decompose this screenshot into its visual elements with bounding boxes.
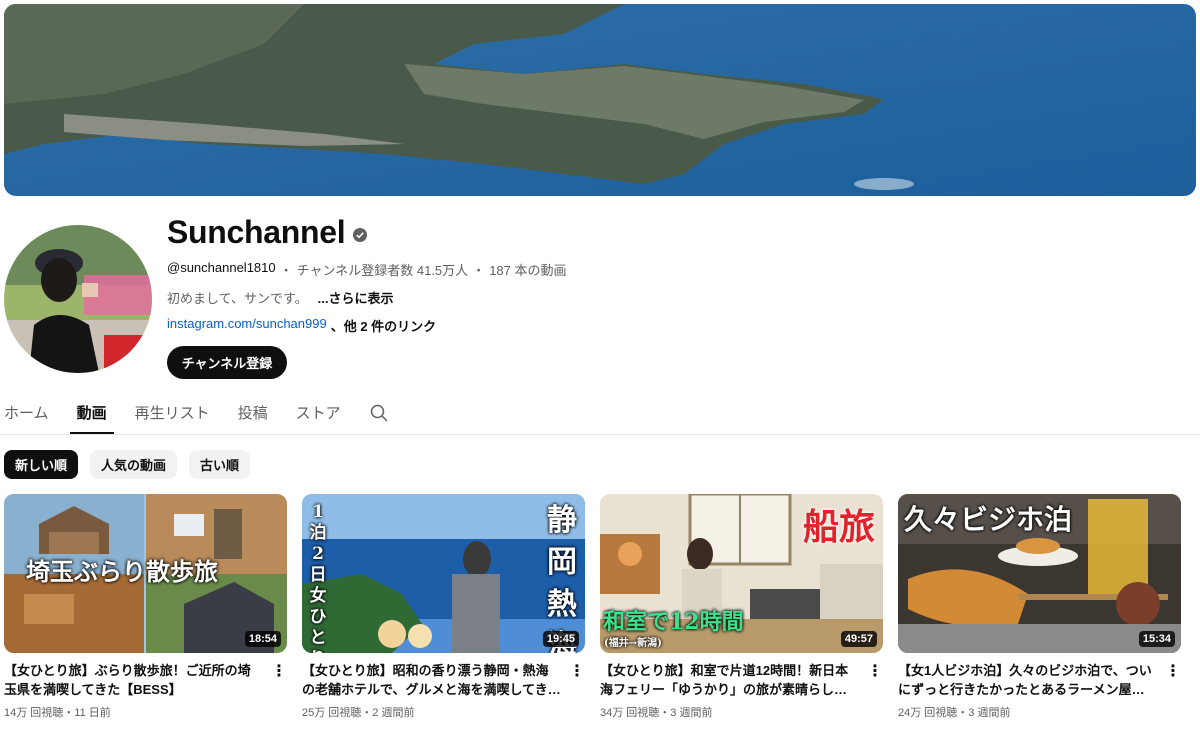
channel-links: instagram.com/sunchan999 、他 2 件のリンク bbox=[167, 316, 436, 335]
video-stats: 14万 回視聴・11 日前 bbox=[4, 707, 111, 719]
instagram-link[interactable]: instagram.com/sunchan999 bbox=[167, 316, 327, 335]
video-duration: 49:57 bbox=[840, 631, 877, 647]
more-vert-icon[interactable]: ⋮ bbox=[271, 661, 287, 681]
show-more-link[interactable]: ...さらに表示 bbox=[318, 288, 394, 307]
video-title[interactable]: 【女1人ビジホ泊】久々のビジホ泊で、ついにずっと行きたかったとあるラーメン屋デ… bbox=[898, 661, 1157, 699]
thumbnail-overlay-text: 船旅 bbox=[802, 506, 875, 548]
more-vert-icon[interactable]: ⋮ bbox=[867, 661, 883, 681]
meta-separator: ・ bbox=[279, 263, 293, 278]
chip-oldest[interactable]: 古い順 bbox=[189, 450, 251, 479]
video-stats: 25万 回視聴・2 週間前 bbox=[302, 707, 415, 719]
video-title[interactable]: 【女ひとり旅】和室で片道12時間！新日本海フェリー「ゆうかり」の旅が素晴らしす… bbox=[600, 661, 859, 699]
video-card: 久々ビジホ泊 15:34 【女1人ビジホ泊】久々のビジホ泊で、ついにずっと行きた… bbox=[898, 494, 1181, 720]
thumbnail-overlay-subtext: 1泊2日女ひとり旅 bbox=[309, 502, 327, 653]
description-text: 初めまして、サンです。 bbox=[167, 291, 308, 306]
video-duration: 18:54 bbox=[244, 631, 281, 647]
thumbnail-overlay-text: 久々ビジホ泊 bbox=[904, 503, 1073, 536]
chip-newest[interactable]: 新しい順 bbox=[4, 450, 79, 479]
thumbnail-overlay-note: (福井→新潟) bbox=[604, 638, 662, 649]
thumbnail-overlay-subtext: 和室で12時間 bbox=[603, 609, 744, 635]
thumbnail-overlay-text: 埼玉ぶらり散歩旅 bbox=[26, 557, 218, 586]
tab-home[interactable]: ホーム bbox=[4, 394, 49, 434]
more-vert-icon[interactable]: ⋮ bbox=[1165, 661, 1181, 681]
sort-chips: 新しい順 人気の動画 古い順 bbox=[4, 450, 251, 479]
subscriber-count: チャンネル登録者数 41.5万人 bbox=[296, 263, 469, 278]
channel-handle: @sunchannel1810 bbox=[167, 260, 276, 275]
channel-name: Sunchannel bbox=[167, 214, 368, 251]
channel-tabs: ホーム 動画 再生リスト 投稿 ストア bbox=[4, 394, 389, 434]
tabs-divider bbox=[0, 434, 1200, 435]
video-stats: 24万 回視聴・3 週間前 bbox=[898, 707, 1011, 719]
channel-banner bbox=[4, 4, 1196, 196]
video-card: 静岡熱海 1泊2日女ひとり旅 19:45 【女ひとり旅】昭和の香り漂う静岡・熱海… bbox=[302, 494, 585, 720]
video-thumbnail[interactable]: 静岡熱海 1泊2日女ひとり旅 19:45 bbox=[302, 494, 585, 653]
chip-popular[interactable]: 人気の動画 bbox=[90, 450, 178, 479]
video-thumbnail[interactable]: 久々ビジホ泊 15:34 bbox=[898, 494, 1181, 653]
verified-check-icon bbox=[353, 227, 368, 242]
video-title[interactable]: 【女ひとり旅】ぶらり散歩旅！ご近所の埼玉県を満喫してきた【BESS】 bbox=[4, 661, 263, 699]
search-icon[interactable] bbox=[369, 403, 389, 423]
video-card: 埼玉ぶらり散歩旅 18:54 【女ひとり旅】ぶらり散歩旅！ご近所の埼玉県を満喫し… bbox=[4, 494, 287, 720]
video-title[interactable]: 【女ひとり旅】昭和の香り漂う静岡・熱海の老舗ホテルで、グルメと海を満喫してきた… bbox=[302, 661, 561, 699]
tab-store[interactable]: ストア bbox=[296, 394, 341, 434]
channel-name-text: Sunchannel bbox=[167, 214, 346, 250]
video-duration: 15:34 bbox=[1138, 631, 1175, 647]
tab-playlists[interactable]: 再生リスト bbox=[135, 394, 210, 434]
channel-meta: @sunchannel1810 ・ チャンネル登録者数 41.5万人 ・ 187… bbox=[167, 260, 567, 279]
channel-description[interactable]: 初めまして、サンです。 ...さらに表示 bbox=[167, 288, 394, 307]
tab-posts[interactable]: 投稿 bbox=[238, 394, 268, 434]
channel-avatar[interactable] bbox=[4, 225, 152, 373]
more-links-button[interactable]: 、他 2 件のリンク bbox=[331, 316, 436, 335]
meta-separator: ・ bbox=[472, 263, 486, 278]
video-thumbnail[interactable]: 船旅 和室で12時間 (福井→新潟) 49:57 bbox=[600, 494, 883, 653]
more-vert-icon[interactable]: ⋮ bbox=[569, 661, 585, 681]
video-count: 187 本の動画 bbox=[489, 263, 567, 278]
video-stats: 34万 回視聴・3 週間前 bbox=[600, 707, 713, 719]
video-grid: 埼玉ぶらり散歩旅 18:54 【女ひとり旅】ぶらり散歩旅！ご近所の埼玉県を満喫し… bbox=[4, 494, 1196, 720]
video-card: 船旅 和室で12時間 (福井→新潟) 49:57 【女ひとり旅】和室で片道12時… bbox=[600, 494, 883, 720]
video-duration: 19:45 bbox=[542, 631, 579, 647]
subscribe-button[interactable]: チャンネル登録 bbox=[167, 346, 287, 379]
video-thumbnail[interactable]: 埼玉ぶらり散歩旅 18:54 bbox=[4, 494, 287, 653]
tab-videos[interactable]: 動画 bbox=[69, 394, 114, 434]
